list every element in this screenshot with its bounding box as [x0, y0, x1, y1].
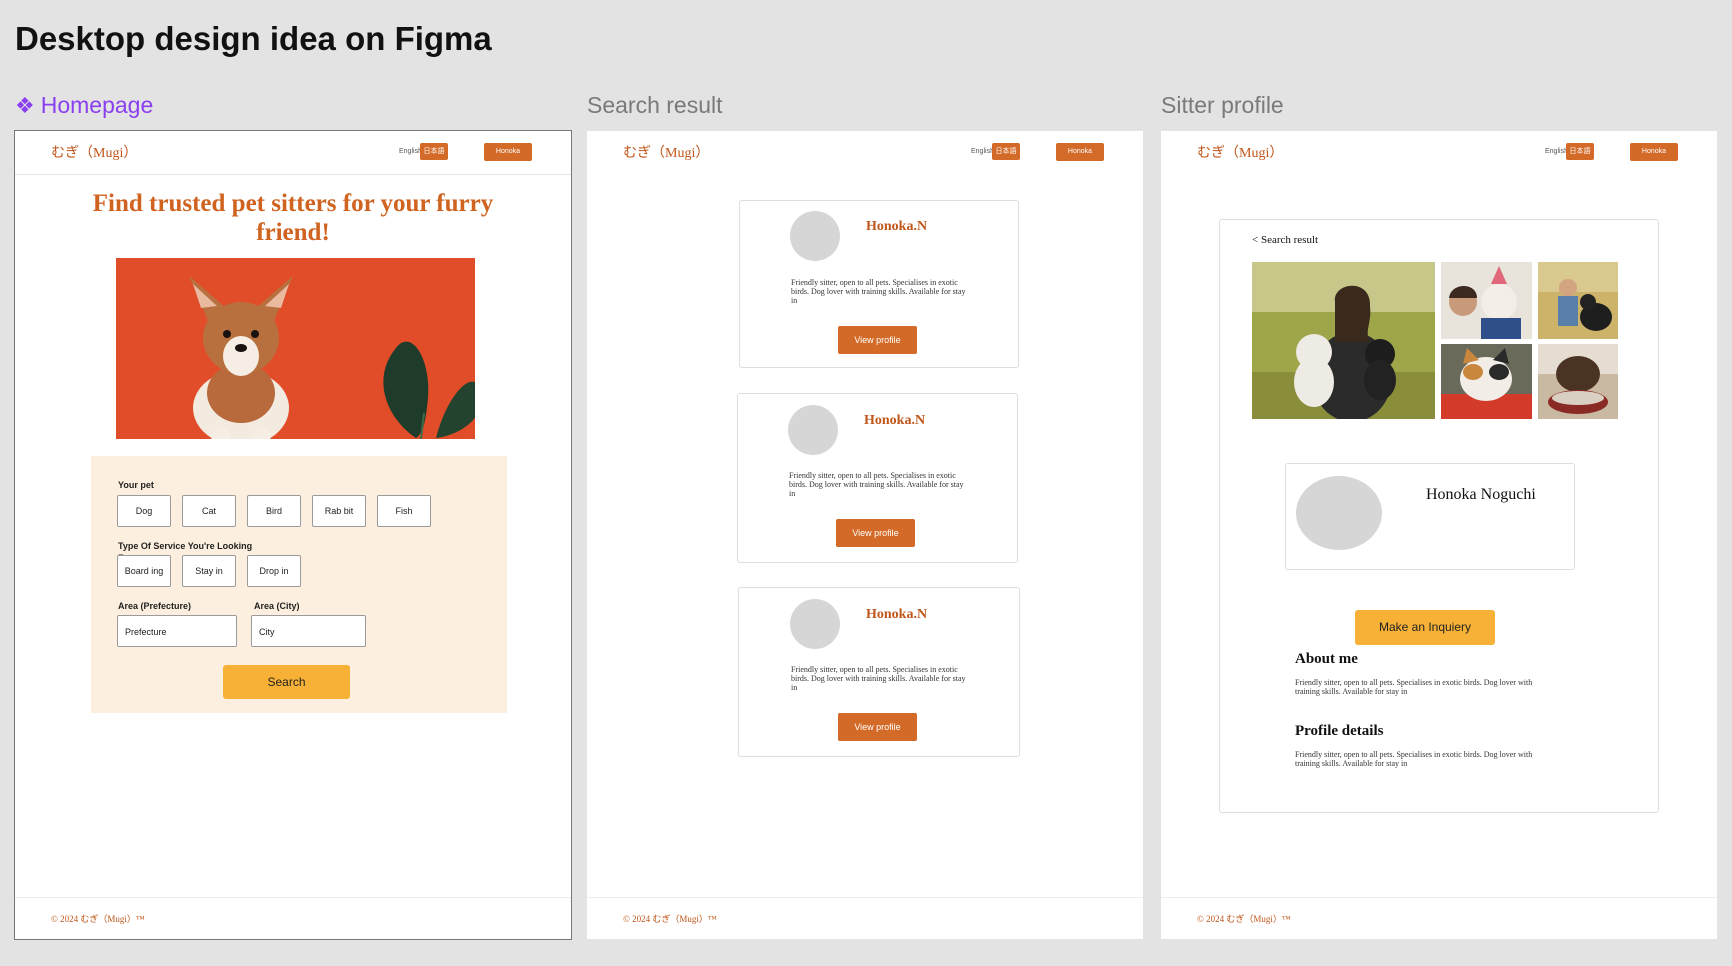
- footer-copyright: © 2024 むぎ（Mugi）™: [1197, 914, 1291, 924]
- user-button[interactable]: Honoka: [1630, 143, 1678, 161]
- make-inquiry-button[interactable]: Make an Inquiery: [1355, 610, 1495, 645]
- pet-option-cat[interactable]: Cat: [182, 495, 236, 527]
- back-to-search-link[interactable]: < Search result: [1252, 234, 1318, 246]
- sitter-photo-party-dog[interactable]: [1441, 262, 1532, 339]
- avatar: [788, 405, 838, 455]
- nav-bar: むぎ（Mugi） English 日本語 Honoka: [1161, 131, 1717, 175]
- sitter-name[interactable]: Honoka.N: [864, 413, 925, 429]
- lang-japanese-button[interactable]: 日本語: [992, 143, 1020, 160]
- footer: © 2024 むぎ（Mugi）™: [587, 897, 1143, 939]
- pet-label: Your pet: [118, 480, 154, 490]
- user-button[interactable]: Honoka: [1056, 143, 1104, 161]
- sitter-photo-dog-bowl[interactable]: [1538, 344, 1618, 419]
- nav-bar: むぎ（Mugi） English 日本語 Honoka: [587, 131, 1143, 175]
- logo[interactable]: むぎ（Mugi）: [51, 142, 137, 162]
- profile-details-heading: Profile details: [1295, 723, 1384, 739]
- sitter-card: Honoka.N Friendly sitter, open to all pe…: [739, 200, 1019, 368]
- sitter-profile-frame[interactable]: むぎ（Mugi） English 日本語 Honoka < Search res…: [1161, 131, 1717, 939]
- avatar: [790, 211, 840, 261]
- footer: © 2024 むぎ（Mugi）™: [15, 897, 571, 939]
- logo[interactable]: むぎ（Mugi）: [1197, 142, 1283, 162]
- search-button[interactable]: Search: [223, 665, 350, 699]
- sitter-bio: Friendly sitter, open to all pets. Speci…: [791, 278, 966, 305]
- sitter-name[interactable]: Honoka.N: [866, 607, 927, 623]
- frame-label-homepage[interactable]: ❖ Homepage: [15, 92, 153, 119]
- sitter-full-name: Honoka Noguchi: [1426, 486, 1536, 503]
- pet-option-fish[interactable]: Fish: [377, 495, 431, 527]
- about-me-heading: About me: [1295, 651, 1358, 667]
- component-icon: ❖: [15, 93, 35, 118]
- hero-title: Find trusted pet sitters for your furry …: [92, 190, 494, 246]
- prefecture-input[interactable]: Prefecture: [117, 615, 237, 647]
- page-title: Desktop design idea on Figma: [15, 20, 492, 57]
- sitter-photo-dogs-outdoor[interactable]: [1538, 262, 1618, 339]
- pet-option-dog[interactable]: Dog: [117, 495, 171, 527]
- pet-option-bird[interactable]: Bird: [247, 495, 301, 527]
- nav-bar: むぎ（Mugi） English 日本語 Honoka: [15, 131, 571, 175]
- sitter-card: Honoka.N Friendly sitter, open to all pe…: [737, 393, 1018, 563]
- search-panel: Your pet Dog Cat Bird Rab bit Fish Type …: [91, 456, 507, 713]
- about-me-text: Friendly sitter, open to all pets. Speci…: [1295, 678, 1533, 696]
- city-label: Area (City): [254, 601, 300, 611]
- lang-english-link[interactable]: English: [971, 148, 994, 155]
- sitter-bio: Friendly sitter, open to all pets. Speci…: [791, 665, 966, 692]
- logo[interactable]: むぎ（Mugi）: [623, 142, 709, 162]
- sitter-card: Honoka.N Friendly sitter, open to all pe…: [738, 587, 1020, 757]
- corgi-puppy-photo: [116, 258, 475, 439]
- service-option-drop-in[interactable]: Drop in: [247, 555, 301, 587]
- service-option-boarding[interactable]: Board ing: [117, 555, 171, 587]
- footer-copyright: © 2024 むぎ（Mugi）™: [51, 914, 145, 924]
- lang-japanese-button[interactable]: 日本語: [420, 143, 448, 160]
- sitter-name[interactable]: Honoka.N: [866, 219, 927, 235]
- prefecture-label: Area (Prefecture): [118, 601, 192, 611]
- city-input[interactable]: City: [251, 615, 366, 647]
- view-profile-button[interactable]: View profile: [836, 519, 915, 547]
- frame-label-search-result[interactable]: Search result: [587, 92, 723, 119]
- sitter-photo-main[interactable]: [1252, 262, 1435, 419]
- lang-english-link[interactable]: English: [1545, 148, 1568, 155]
- sitter-bio: Friendly sitter, open to all pets. Speci…: [789, 471, 964, 498]
- sitter-photo-cat[interactable]: [1441, 344, 1532, 419]
- user-button[interactable]: Honoka: [484, 143, 532, 161]
- avatar: [1296, 476, 1382, 550]
- view-profile-button[interactable]: View profile: [838, 326, 917, 354]
- footer: © 2024 むぎ（Mugi）™: [1161, 897, 1717, 939]
- view-profile-button[interactable]: View profile: [838, 713, 917, 741]
- sitter-name-card: Honoka Noguchi: [1285, 463, 1575, 570]
- pet-option-rabbit[interactable]: Rab bit: [312, 495, 366, 527]
- frame-label-sitter-profile[interactable]: Sitter profile: [1161, 92, 1284, 119]
- service-option-stay-in[interactable]: Stay in: [182, 555, 236, 587]
- lang-english-link[interactable]: English: [399, 148, 422, 155]
- profile-card: < Search result Honoka Noguchi Make an I…: [1219, 219, 1659, 813]
- avatar: [790, 599, 840, 649]
- homepage-frame[interactable]: むぎ（Mugi） English 日本語 Honoka Find trusted…: [14, 130, 572, 940]
- profile-details-text: Friendly sitter, open to all pets. Speci…: [1295, 750, 1533, 768]
- lang-japanese-button[interactable]: 日本語: [1566, 143, 1594, 160]
- search-result-frame[interactable]: むぎ（Mugi） English 日本語 Honoka Honoka.N Fri…: [587, 131, 1143, 939]
- footer-copyright: © 2024 むぎ（Mugi）™: [623, 914, 717, 924]
